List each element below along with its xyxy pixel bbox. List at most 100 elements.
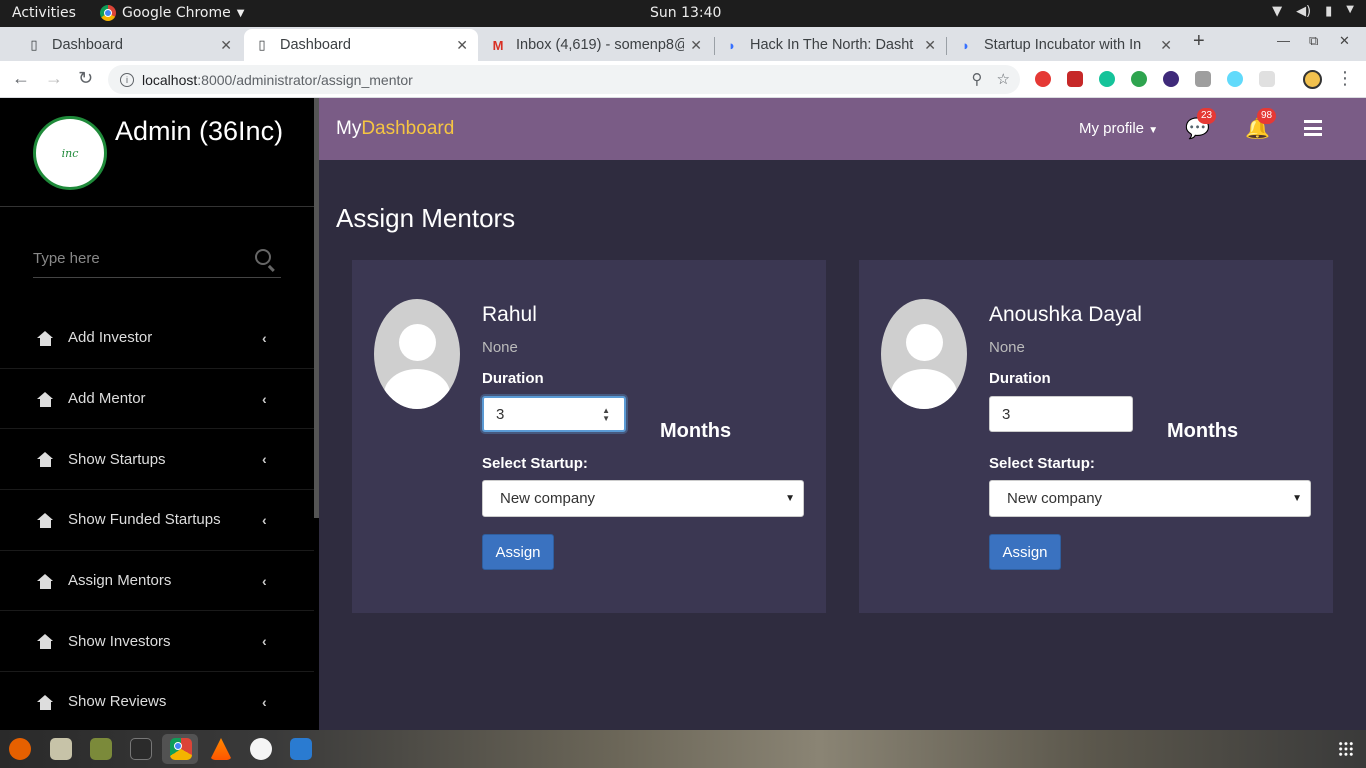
extension-bookmark-icon[interactable] [1067, 71, 1083, 87]
bookmark-star-icon[interactable]: ☆ [997, 70, 1010, 88]
avatar [881, 299, 967, 409]
window-close-icon[interactable]: ✕ [1339, 33, 1350, 49]
chrome-menu-icon[interactable]: ⋮ [1336, 68, 1354, 89]
devfolio-icon: ◗ [728, 37, 736, 53]
sidebar-item-show-startups[interactable]: Show Startups ‹ [0, 429, 314, 491]
tab-gmail[interactable]: M Inbox (4,619) - somenp8@ ✕ [480, 29, 712, 61]
browser-toolbar: ← → ↻ i localhost:8000/administrator/ass… [0, 61, 1366, 98]
chevron-left-icon: ‹ [262, 511, 267, 528]
chevron-left-icon: ‹ [262, 451, 267, 468]
forward-icon[interactable]: → [45, 68, 63, 89]
tab-dashboard-1[interactable]: ▯ Dashboard ✕ [16, 29, 242, 61]
system-tray[interactable]: ▼ ◀) ▮ ▼ [1272, 4, 1354, 19]
tab-dashboard-2[interactable]: ▯ Dashboard ✕ [244, 29, 478, 61]
extension-camera-icon[interactable] [1195, 71, 1211, 87]
close-icon[interactable]: ✕ [220, 37, 232, 54]
chrome-dock-icon[interactable] [170, 738, 192, 760]
messages-button[interactable]: 💬 23 [1185, 108, 1217, 141]
startup-select[interactable]: New company ▼ [482, 480, 804, 517]
sidebar-item-add-investor[interactable]: Add Investor ‹ [0, 308, 314, 369]
mongodb-icon[interactable] [250, 738, 272, 760]
extension-blank-icon[interactable] [1259, 71, 1275, 87]
address-bar[interactable]: i localhost:8000/administrator/assign_me… [108, 65, 1020, 94]
url-path: :8000/administrator/assign_mentor [197, 71, 413, 88]
my-profile-dropdown[interactable]: My profile ▼ [1079, 120, 1158, 137]
extension-d-icon[interactable] [1131, 71, 1147, 87]
maximize-icon[interactable]: ⧉ [1309, 33, 1318, 49]
close-icon[interactable]: ✕ [1160, 37, 1172, 54]
admin-title: Admin (36Inc) [115, 116, 284, 146]
dashboard-brand[interactable]: MyDashboard [336, 118, 454, 140]
system-clock[interactable]: Sun 13:40 [650, 5, 721, 21]
software-icon[interactable] [90, 738, 112, 760]
chevron-left-icon: ‹ [262, 329, 267, 346]
show-applications-icon[interactable] [1338, 741, 1354, 757]
home-icon [37, 391, 54, 407]
dropdown-arrow-icon: ▼ [236, 7, 245, 19]
activities-button[interactable]: Activities [12, 5, 76, 21]
startup-selected-value: New company [1007, 490, 1103, 507]
profile-avatar[interactable] [1303, 70, 1322, 89]
notifications-badge: 98 [1257, 108, 1277, 124]
tab-startup-incubator[interactable]: ◗ Startup Incubator with In ✕ [948, 29, 1182, 61]
reload-icon[interactable]: ↻ [78, 68, 93, 89]
extension-grammarly-icon[interactable] [1099, 71, 1115, 87]
extension-react-icon[interactable] [1227, 71, 1243, 87]
wifi-icon: ▼ [1272, 4, 1283, 19]
number-spinner-icon[interactable]: ▲ ▼ [602, 407, 610, 423]
files-icon[interactable] [50, 738, 72, 760]
mentor-name: Rahul [482, 303, 537, 326]
info-icon[interactable]: i [120, 72, 134, 87]
sidebar-item-show-reviews[interactable]: Show Reviews ‹ [0, 672, 314, 733]
new-tab-icon[interactable]: + [1193, 30, 1205, 53]
vlc-icon[interactable] [210, 738, 232, 760]
assign-button[interactable]: Assign [482, 534, 554, 570]
tab-title: Inbox (4,619) - somenp8@ [516, 37, 685, 53]
menu-toggle-icon[interactable] [1304, 120, 1322, 140]
home-icon [37, 330, 54, 346]
sidebar-divider [0, 206, 314, 207]
sidebar-menu: Add Investor ‹ Add Mentor ‹ Show Startup… [0, 308, 314, 733]
sidebar-item-label: Show Investors [68, 632, 171, 650]
mentor-name: Anoushka Dayal [989, 303, 1142, 326]
url-host: localhost [142, 71, 198, 88]
sidebar-item-show-funded-startups[interactable]: Show Funded Startups ‹ [0, 490, 314, 551]
months-label: Months [1167, 420, 1239, 442]
vscode-icon[interactable] [290, 738, 312, 760]
duration-input[interactable]: 3 ▲ ▼ [482, 396, 626, 432]
firefox-icon[interactable] [9, 738, 31, 760]
sidebar-item-add-mentor[interactable]: Add Mentor ‹ [0, 369, 314, 430]
mentor-subtitle: None [482, 339, 518, 356]
terminal-icon[interactable] [130, 738, 152, 760]
logo-text: inc [61, 146, 79, 160]
duration-label: Duration [989, 370, 1051, 387]
extension-k-icon[interactable] [1163, 71, 1179, 87]
search-icon[interactable] [255, 249, 271, 265]
close-icon[interactable]: ✕ [456, 37, 468, 54]
back-icon[interactable]: ← [12, 68, 30, 89]
home-icon [37, 452, 54, 468]
mentor-subtitle: None [989, 339, 1025, 356]
chrome-icon [100, 5, 116, 21]
duration-input[interactable]: 3 [989, 396, 1133, 432]
app-menu[interactable]: Google Chrome ▼ [100, 5, 244, 21]
minimize-icon[interactable]: — [1277, 33, 1290, 48]
duration-value: 3 [1002, 405, 1011, 423]
close-icon[interactable]: ✕ [924, 37, 936, 54]
top-navbar: MyDashboard My profile ▼ 💬 23 🔔 98 [319, 98, 1366, 160]
assign-button[interactable]: Assign [989, 534, 1061, 570]
close-icon[interactable]: ✕ [690, 37, 702, 54]
system-top-bar: Activities Google Chrome ▼ Sun 13:40 ▼ ◀… [0, 0, 1366, 27]
sidebar-item-assign-mentors[interactable]: Assign Mentors ‹ [0, 551, 314, 612]
caret-down-icon: ▼ [1148, 125, 1159, 136]
extension-grammar-icon[interactable] [1035, 71, 1051, 87]
startup-select[interactable]: New company ▼ [989, 480, 1311, 517]
power-menu-icon: ▼ [1346, 4, 1354, 15]
tab-hack-in-the-north[interactable]: ◗ Hack In The North: Dasht ✕ [714, 29, 946, 61]
sidebar-scrollbar[interactable] [314, 98, 319, 518]
system-dock [0, 730, 1366, 768]
notifications-button[interactable]: 🔔 98 [1245, 108, 1277, 141]
sidebar-item-show-investors[interactable]: Show Investors ‹ [0, 611, 314, 673]
search-input[interactable] [33, 243, 233, 273]
zoom-icon[interactable]: ⚲ [972, 70, 983, 88]
